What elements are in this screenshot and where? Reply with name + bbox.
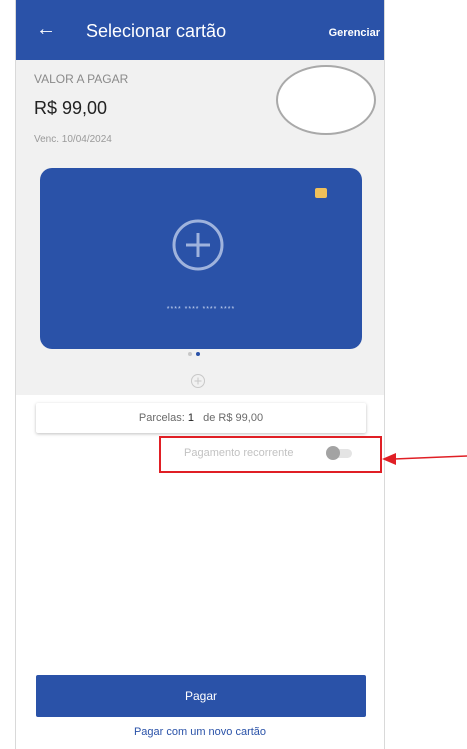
installments-label: Parcelas:	[138, 412, 185, 424]
payment-summary-area: VALOR A PAGAR R$ 99,00 Venc. 10/04/2024 …	[16, 60, 384, 395]
plus-circle-icon	[172, 219, 224, 271]
page-title: Selecionar cartão	[86, 21, 227, 41]
card-number: **** **** **** ****	[166, 306, 236, 313]
installments-value: de R$ 99,00	[203, 412, 264, 424]
installments-selector[interactable]: Parcelas: 1 de R$ 99,00	[36, 403, 366, 433]
amount-value: R$ 99,00	[34, 98, 108, 118]
arrow-left-icon[interactable]: ←	[36, 18, 56, 40]
add-card-button[interactable]: **** **** **** ****	[40, 168, 362, 349]
annotation-arrow-icon	[382, 453, 467, 465]
amount-label: VALOR A PAGAR	[34, 72, 129, 86]
card-chip-icon	[315, 188, 327, 198]
merchant-logo	[276, 65, 376, 135]
carousel-dot[interactable]	[188, 352, 192, 356]
phone-screen: ← Selecionar cartão Gerenciar VALOR A PA…	[15, 0, 385, 749]
manage-button[interactable]: Gerenciar	[329, 27, 380, 39]
due-date: Venc. 10/04/2024	[34, 134, 112, 145]
add-small-icon[interactable]	[190, 373, 206, 389]
pay-button[interactable]: Pagar	[36, 675, 366, 717]
installments-count: 1	[187, 412, 194, 424]
annotation-highlight-box	[159, 436, 382, 473]
carousel-dot-active[interactable]	[196, 352, 200, 356]
carousel-dots	[188, 352, 218, 358]
app-header: ← Selecionar cartão Gerenciar	[16, 0, 384, 60]
pay-new-card-link[interactable]: Pagar com um novo cartão	[16, 726, 384, 738]
